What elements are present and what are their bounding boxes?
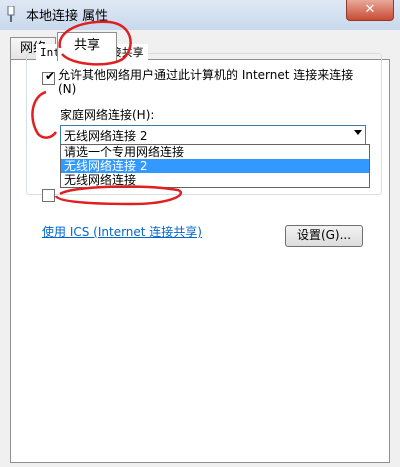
title-bar: 本地连接 属性 ✕ (0, 0, 400, 30)
close-icon: ✕ (364, 2, 376, 17)
tab-sharing[interactable]: 共享 (57, 32, 117, 61)
allow-sharing-checkbox[interactable]: ✔ (42, 69, 56, 85)
home-network-label: 家庭网络连接(H): (60, 108, 155, 122)
selected-connection: 无线网络连接 2 (64, 129, 148, 143)
dropdown-option[interactable]: 请选一个专用网络连接 (61, 145, 369, 159)
checkmark-icon: ✔ (45, 69, 56, 83)
chevron-down-icon[interactable] (354, 130, 362, 135)
close-button[interactable]: ✕ (346, 0, 394, 21)
dropdown-option-highlighted[interactable]: 无线网络连接 2 (61, 159, 369, 173)
settings-button[interactable]: 设置(G)... (285, 225, 363, 247)
window-title: 本地连接 属性 (26, 9, 109, 24)
allow-control-checkbox[interactable] (42, 189, 55, 202)
home-network-select[interactable]: 无线网络连接 2 (60, 125, 366, 145)
allow-sharing-label[interactable]: 允许其他网络用户通过此计算机的 Internet 连接来连接(N) (58, 68, 368, 96)
dropdown-option[interactable]: 无线网络连接 (61, 173, 369, 187)
connection-dropdown-list: 请选一个专用网络连接 无线网络连接 2 无线网络连接 (60, 144, 370, 188)
network-connection-icon (7, 6, 15, 22)
ics-help-link[interactable]: 使用 ICS (Internet 连接共享) (42, 223, 202, 240)
